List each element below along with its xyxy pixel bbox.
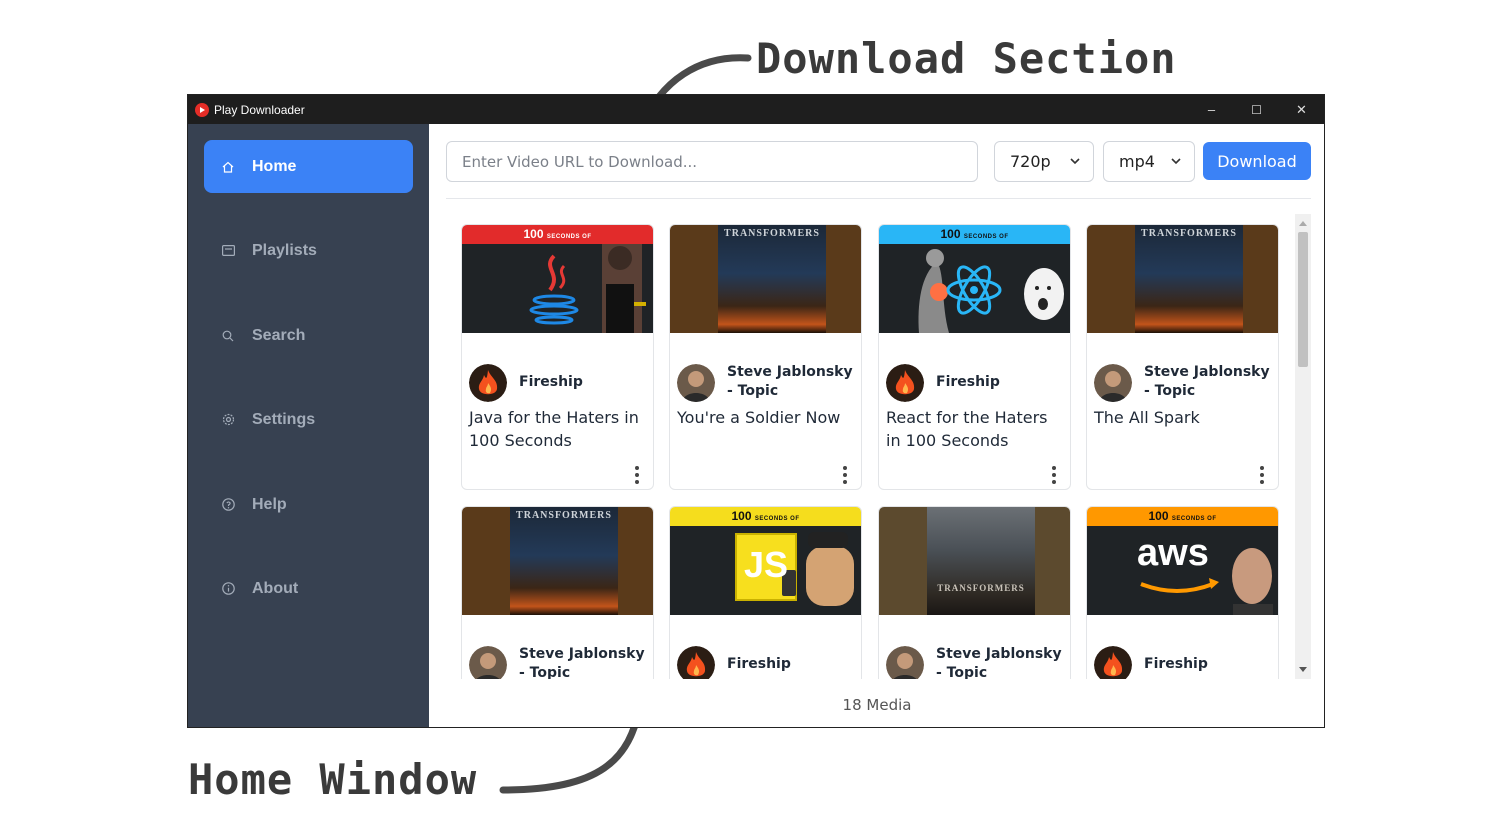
media-card[interactable]: 100 SECONDS OF JS Fireship (669, 506, 862, 679)
sidebar: Home Playlists Search Settings Help Abou… (188, 124, 429, 727)
info-icon (221, 582, 235, 596)
js-logo-text: JS (744, 544, 789, 585)
more-options-icon[interactable] (1260, 466, 1264, 484)
person-avatar-icon (1094, 364, 1132, 402)
person-avatar-icon (886, 646, 924, 679)
format-value: mp4 (1119, 152, 1155, 171)
scroll-down-icon[interactable] (1299, 667, 1307, 672)
media-card[interactable]: TRANSFORMERS Steve Jablonsky - Topic (878, 506, 1071, 679)
react-logo-icon (918, 249, 1064, 333)
gear-icon (221, 413, 235, 427)
chevron-down-icon (1171, 158, 1181, 165)
video-thumbnail: 100 SECONDS OF (879, 225, 1070, 333)
app-logo-icon (195, 102, 209, 117)
channel-avatar (886, 646, 924, 679)
fireship-logo-icon (677, 646, 715, 679)
search-icon (221, 329, 235, 343)
video-thumbnail: 100 SECONDS OF aws (1087, 507, 1278, 615)
playlist-icon (221, 244, 235, 258)
media-grid: 100 SECONDS OF Fireship Java for the Hat… (446, 214, 1294, 679)
channel-avatar (677, 364, 715, 402)
fireship-logo-icon (1094, 646, 1132, 679)
sidebar-item-label: Settings (252, 410, 316, 428)
channel-name: Fireship (1144, 656, 1208, 672)
channel-name: Fireship (936, 374, 1000, 390)
thumb-banner: 100 SECONDS OF (462, 225, 653, 244)
divider (446, 198, 1311, 199)
channel-avatar (886, 364, 924, 402)
window-title: Play Downloader (214, 102, 305, 117)
app-window: Play Downloader – ☐ ✕ Home Playlists Sea… (187, 94, 1325, 728)
person-avatar-icon (469, 646, 507, 679)
home-icon (221, 160, 235, 174)
aws-logo-text: aws (1137, 532, 1209, 574)
sidebar-item-label: Playlists (252, 241, 317, 259)
video-title: The All Spark (1094, 408, 1200, 427)
channel-name: Steve Jablonsky - Topic (727, 364, 853, 399)
sidebar-item-label: Home (252, 157, 297, 175)
sidebar-item-settings[interactable]: Settings (204, 393, 413, 446)
scroll-up-icon[interactable] (1299, 221, 1307, 226)
resolution-value: 720p (1010, 152, 1051, 171)
channel-name: Fireship (727, 656, 791, 672)
video-thumbnail: TRANSFORMERS (462, 507, 653, 615)
video-thumbnail: TRANSFORMERS (1087, 225, 1278, 333)
java-logo-icon (529, 244, 646, 333)
sidebar-item-home[interactable]: Home (204, 140, 413, 193)
more-options-icon[interactable] (843, 466, 847, 484)
video-thumbnail: 100 SECONDS OF JS (670, 507, 861, 615)
channel-avatar (469, 646, 507, 679)
fireship-logo-icon (469, 364, 507, 402)
media-count: 18 Media (842, 696, 912, 714)
video-title: React for the Haters in 100 Seconds (886, 408, 1048, 450)
video-thumbnail: TRANSFORMERS (879, 507, 1070, 615)
media-card[interactable]: TRANSFORMERS Steve Jablonsky - Topic (461, 506, 654, 679)
title-bar: Play Downloader – ☐ ✕ (188, 95, 1324, 124)
home-main: 720p mp4 Download 100 SECONDS OF (429, 124, 1324, 727)
sidebar-item-help[interactable]: Help (204, 478, 413, 531)
media-card[interactable]: TRANSFORMERS Steve Jablonsky - Topic You… (669, 224, 862, 490)
channel-name: Steve Jablonsky - Topic (519, 646, 645, 679)
media-card[interactable]: 100 SECONDS OF (461, 224, 654, 490)
format-select[interactable]: mp4 (1103, 141, 1195, 182)
media-card[interactable]: 100 SECONDS OF aws Fireship (1086, 506, 1279, 679)
resolution-select[interactable]: 720p (994, 141, 1094, 182)
more-options-icon[interactable] (635, 466, 639, 484)
sidebar-item-label: Search (252, 326, 306, 344)
sidebar-item-playlists[interactable]: Playlists (204, 224, 413, 277)
sidebar-item-search[interactable]: Search (204, 309, 413, 362)
thumb-banner: 100 SECONDS OF (879, 225, 1070, 244)
channel-name: Steve Jablonsky - Topic (936, 646, 1062, 679)
channel-avatar (1094, 364, 1132, 402)
maximize-button[interactable]: ☐ (1234, 95, 1279, 124)
channel-avatar (1094, 646, 1132, 679)
thumb-banner: 100 SECONDS OF (670, 507, 861, 526)
channel-name: Steve Jablonsky - Topic (1144, 364, 1270, 399)
minimize-button[interactable]: – (1189, 95, 1234, 124)
sidebar-item-label: Help (252, 495, 287, 513)
video-thumbnail: TRANSFORMERS (670, 225, 861, 333)
scrollbar[interactable] (1295, 214, 1311, 679)
media-card[interactable]: 100 SECONDS OF (878, 224, 1071, 490)
thumb-banner: 100 SECONDS OF (1087, 507, 1278, 526)
video-title: Java for the Haters in 100 Seconds (469, 408, 639, 450)
video-thumbnail: 100 SECONDS OF (462, 225, 653, 333)
help-icon (221, 498, 235, 512)
video-title: You're a Soldier Now (677, 408, 841, 427)
fireship-logo-icon (886, 364, 924, 402)
close-button[interactable]: ✕ (1279, 95, 1324, 124)
channel-name: Fireship (519, 374, 583, 390)
scroll-thumb[interactable] (1298, 232, 1308, 367)
media-card[interactable]: TRANSFORMERS Steve Jablonsky - Topic The… (1086, 224, 1279, 490)
window-controls: – ☐ ✕ (1189, 95, 1324, 124)
channel-avatar (677, 646, 715, 679)
download-button[interactable]: Download (1203, 142, 1311, 180)
sidebar-item-label: About (252, 579, 299, 597)
url-input[interactable] (446, 141, 978, 182)
more-options-icon[interactable] (1052, 466, 1056, 484)
sidebar-item-about[interactable]: About (204, 562, 413, 615)
channel-avatar (469, 364, 507, 402)
person-avatar-icon (677, 364, 715, 402)
chevron-down-icon (1070, 158, 1080, 165)
